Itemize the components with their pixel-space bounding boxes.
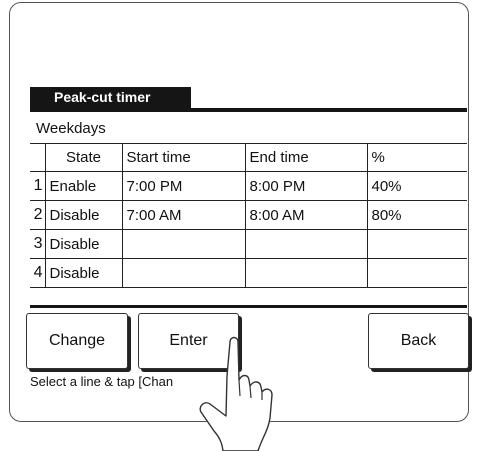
row-state: Disable: [44, 200, 123, 230]
header-state: State: [44, 143, 123, 172]
row-percent: 80%: [366, 200, 467, 230]
day-label: Weekdays: [36, 120, 106, 137]
row-end-time: 8:00 AM: [244, 200, 368, 230]
pointing-hand-icon: [199, 336, 273, 451]
row-start-time: 7:00 AM: [121, 200, 246, 230]
table-row[interactable]: 2 Disable 7:00 AM 8:00 AM 80%: [30, 200, 467, 230]
row-state: Disable: [44, 258, 123, 288]
row-number: 3: [30, 229, 46, 259]
timer-table: State Start time End time % 1 Enable 7:0…: [30, 143, 467, 288]
screen-title: Peak-cut timer: [30, 87, 191, 108]
header-end-time: End time: [244, 143, 368, 172]
table-row[interactable]: 3 Disable: [30, 229, 467, 259]
row-number-header: [30, 143, 46, 172]
row-percent: 40%: [366, 171, 467, 201]
header-percent: %: [366, 143, 467, 172]
row-start-time: 7:00 PM: [121, 171, 246, 201]
row-start-time: [121, 258, 246, 288]
table-divider: [30, 305, 467, 308]
back-button[interactable]: Back: [368, 313, 469, 369]
row-number: 1: [30, 171, 46, 201]
row-percent: [366, 229, 467, 259]
row-number: 4: [30, 258, 46, 288]
table-row[interactable]: 1 Enable 7:00 PM 8:00 PM 40%: [30, 171, 467, 201]
row-end-time: [244, 258, 368, 288]
row-percent: [366, 258, 467, 288]
row-end-time: 8:00 PM: [244, 171, 368, 201]
header-start-time: Start time: [121, 143, 246, 172]
row-number: 2: [30, 200, 46, 230]
instruction-text: Select a line & tap [Chan: [30, 374, 174, 389]
title-divider: [30, 108, 467, 112]
row-end-time: [244, 229, 368, 259]
row-start-time: [121, 229, 246, 259]
table-row[interactable]: 4 Disable: [30, 258, 467, 288]
row-state: Disable: [44, 229, 123, 259]
change-button[interactable]: Change: [26, 313, 128, 369]
table-header-row: State Start time End time %: [30, 143, 467, 172]
row-state: Enable: [44, 171, 123, 201]
